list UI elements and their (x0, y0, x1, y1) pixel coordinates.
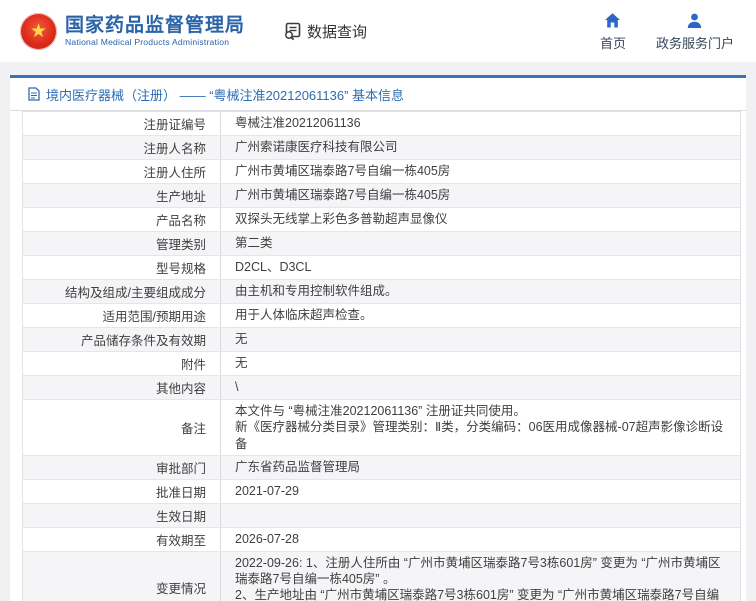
row-label-text: 适用范围/预期用途 (102, 310, 206, 324)
row-label-text: 产品储存条件及有效期 (80, 334, 206, 348)
row-label-text: 型号规格 (155, 262, 206, 276)
org-name-en: National Medical Products Administration (65, 36, 230, 47)
brand: ★ 国家药品监督管理局 National Medical Products Ad… (20, 12, 245, 50)
table-row: 注册人住所 广州市黄埔区瑞泰路7号自编一栋405房 (23, 160, 740, 184)
row-label: 型号规格 (23, 256, 221, 279)
top-nav: 首页 政务服务门户 (600, 12, 734, 52)
row-value: 粤械注准20212061136 (235, 116, 361, 131)
nmpa-emblem-logo: ★ (20, 12, 57, 50)
row-label: 生产地址 (23, 184, 221, 207)
data-query-link[interactable]: 数据查询 (283, 21, 367, 42)
nav-home-label: 首页 (599, 36, 626, 51)
row-label: 有效期至 (23, 527, 221, 551)
row-label-text: 注册证编号 (143, 118, 206, 132)
row-label-text: 变更情况 (155, 581, 206, 596)
table-row: 产品储存条件及有效期 无 (23, 328, 740, 352)
row-value: 无 (235, 332, 248, 347)
row-value: 广东省药品监督管理局 (235, 460, 361, 475)
data-query-icon (283, 22, 302, 41)
table-row: 备注 本文件与 “粤械注准20212061136” 注册证共同使用。 新《医疗器… (23, 400, 740, 456)
row-value: 广州市黄埔区瑞泰路7号自编一栋405房 (235, 164, 451, 179)
site-header: ★ 国家药品监督管理局 National Medical Products Ad… (0, 0, 756, 62)
row-label-text: 批准日期 (155, 485, 206, 500)
table-row: 型号规格 D2CL、D3CL (23, 256, 740, 280)
row-label-text: 有效期至 (155, 533, 206, 548)
row-label: 变更情况 (23, 551, 221, 601)
table-row: 变更情况 2022-09-26: 1、注册人住所由 “广州市黄埔区瑞泰路7号3栋… (23, 551, 740, 601)
row-label: 批准日期 (23, 479, 221, 503)
page-title: 境内医疗器械（注册） —— “粤械注准20212061136” 基本信息 (46, 87, 405, 103)
row-label-text: 注册人住所 (143, 166, 206, 180)
nav-home[interactable]: 首页 (600, 12, 626, 52)
nav-gov-portal[interactable]: 政务服务门户 (656, 12, 734, 52)
row-label-text: 管理类别 (155, 238, 206, 252)
table-row: 产品名称 双探头无线掌上彩色多普勒超声显像仪 (23, 208, 740, 232)
page-title-bar: 境内医疗器械（注册） —— “粤械注准20212061136” 基本信息 (10, 78, 746, 111)
table-row: 注册人名称 广州索诺康医疗科技有限公司 (23, 136, 740, 160)
table-row: 生效日期 (23, 503, 740, 528)
row-label-text: 生效日期 (155, 509, 206, 524)
row-label-text: 产品名称 (155, 214, 206, 228)
row-value: 第二类 (235, 236, 273, 251)
table-row: 结构及组成/主要组成成分 由主机和专用控制软件组成。 (23, 280, 740, 304)
row-label-text: 附件 (180, 358, 206, 372)
content-card: 境内医疗器械（注册） —— “粤械注准20212061136” 基本信息 注册证… (10, 75, 746, 601)
row-label-text: 生产地址 (155, 190, 206, 204)
row-value: 广州市黄埔区瑞泰路7号自编一栋405房 (235, 188, 451, 203)
row-value: \ (235, 380, 239, 395)
row-value: 双探头无线掌上彩色多普勒超声显像仪 (235, 212, 448, 227)
row-value: 无 (235, 356, 248, 371)
org-name-cn: 国家药品监督管理局 (65, 14, 246, 36)
row-label: 生效日期 (23, 503, 221, 527)
row-value: 2026-07-28 (235, 532, 299, 547)
row-value: 2022-09-26: 1、注册人住所由 “广州市黄埔区瑞泰路7号3栋601房”… (235, 555, 721, 601)
row-label: 其他内容 (23, 376, 221, 399)
data-query-label: 数据查询 (307, 23, 368, 41)
row-label: 管理类别 (23, 232, 221, 255)
table-row: 注册证编号 粤械注准20212061136 (23, 112, 740, 136)
row-value: 2021-07-29 (235, 484, 299, 499)
document-icon (28, 87, 40, 101)
table-row: 管理类别 第二类 (23, 232, 740, 256)
row-value: 本文件与 “粤械注准20212061136” 注册证共同使用。 新《医疗器械分类… (235, 404, 724, 451)
nav-gov-portal-label: 政务服务门户 (655, 36, 734, 51)
row-label-text: 审批部门 (155, 461, 206, 476)
row-label: 注册证编号 (23, 112, 221, 135)
user-icon (686, 12, 703, 29)
row-label-text: 结构及组成/主要组成成分 (65, 286, 206, 300)
table-row: 审批部门 广东省药品监督管理局 (23, 455, 740, 480)
table-row: 其他内容 \ (23, 376, 740, 400)
row-value (221, 504, 740, 527)
row-label-text: 注册人名称 (143, 142, 206, 156)
row-label: 附件 (23, 352, 221, 375)
table-row: 附件 无 (23, 352, 740, 376)
row-value: 由主机和专用控制软件组成。 (235, 284, 398, 299)
row-label: 适用范围/预期用途 (23, 304, 221, 327)
row-label: 审批部门 (23, 455, 221, 479)
table-row: 生产地址 广州市黄埔区瑞泰路7号自编一栋405房 (23, 184, 740, 208)
row-value: 广州索诺康医疗科技有限公司 (235, 140, 398, 155)
row-value: D2CL、D3CL (235, 260, 312, 275)
row-label: 产品名称 (23, 208, 221, 231)
row-label-text: 备注 (180, 421, 206, 436)
row-label: 注册人名称 (23, 136, 221, 159)
row-label: 结构及组成/主要组成成分 (23, 280, 221, 303)
brand-text: 国家药品监督管理局 National Medical Products Admi… (65, 15, 245, 48)
row-label: 备注 (23, 400, 221, 455)
table-row: 适用范围/预期用途 用于人体临床超声检查。 (23, 304, 740, 328)
table-row: 批准日期 2021-07-29 (23, 479, 740, 504)
home-icon (604, 12, 621, 29)
row-label: 产品储存条件及有效期 (23, 328, 221, 351)
row-value: 用于人体临床超声检查。 (235, 308, 373, 323)
row-label-text: 其他内容 (155, 382, 206, 396)
table-row: 有效期至 2026-07-28 (23, 527, 740, 552)
info-table: 注册证编号 粤械注准20212061136 注册人名称 广州索诺康医疗科技有限公… (22, 111, 741, 601)
row-label: 注册人住所 (23, 160, 221, 183)
